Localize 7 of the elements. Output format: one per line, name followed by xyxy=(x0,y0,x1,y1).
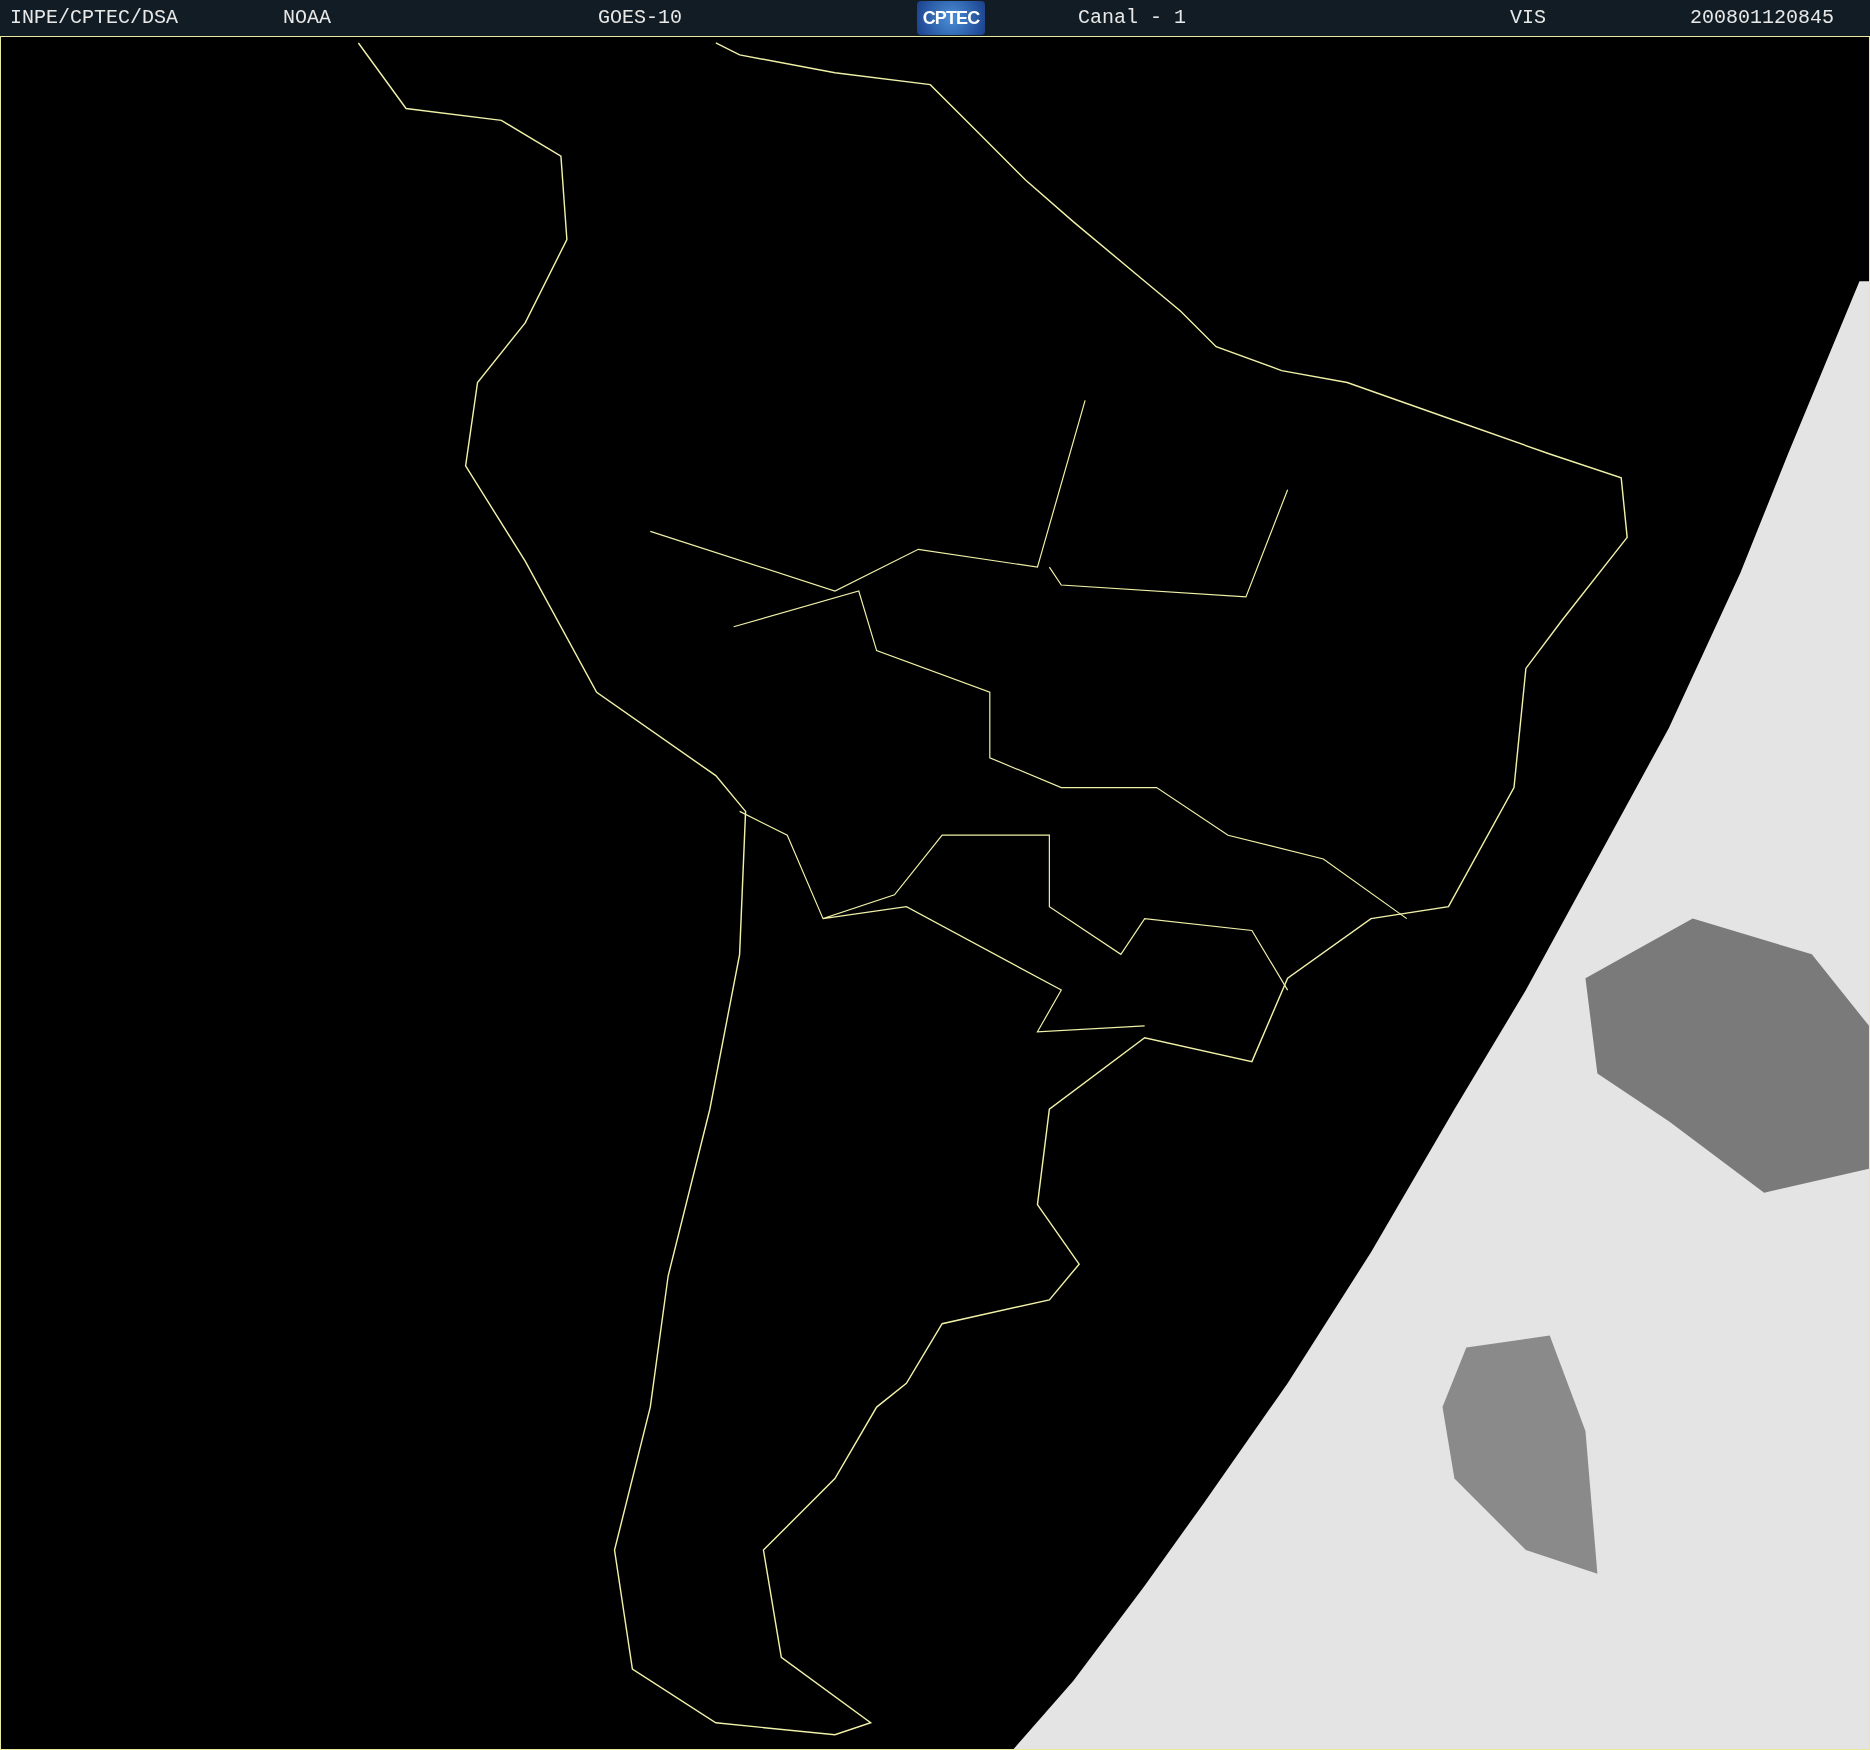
band-label: VIS xyxy=(1510,6,1546,30)
logo: CPTEC xyxy=(917,1,985,35)
agency-label: INPE/CPTEC/DSA xyxy=(10,6,179,30)
timestamp-label: 200801120845 xyxy=(1690,6,1835,30)
satellite-label: GOES-10 xyxy=(598,6,682,30)
channel-label: Canal - 1 xyxy=(1078,6,1187,30)
source-label: NOAA xyxy=(283,6,331,30)
